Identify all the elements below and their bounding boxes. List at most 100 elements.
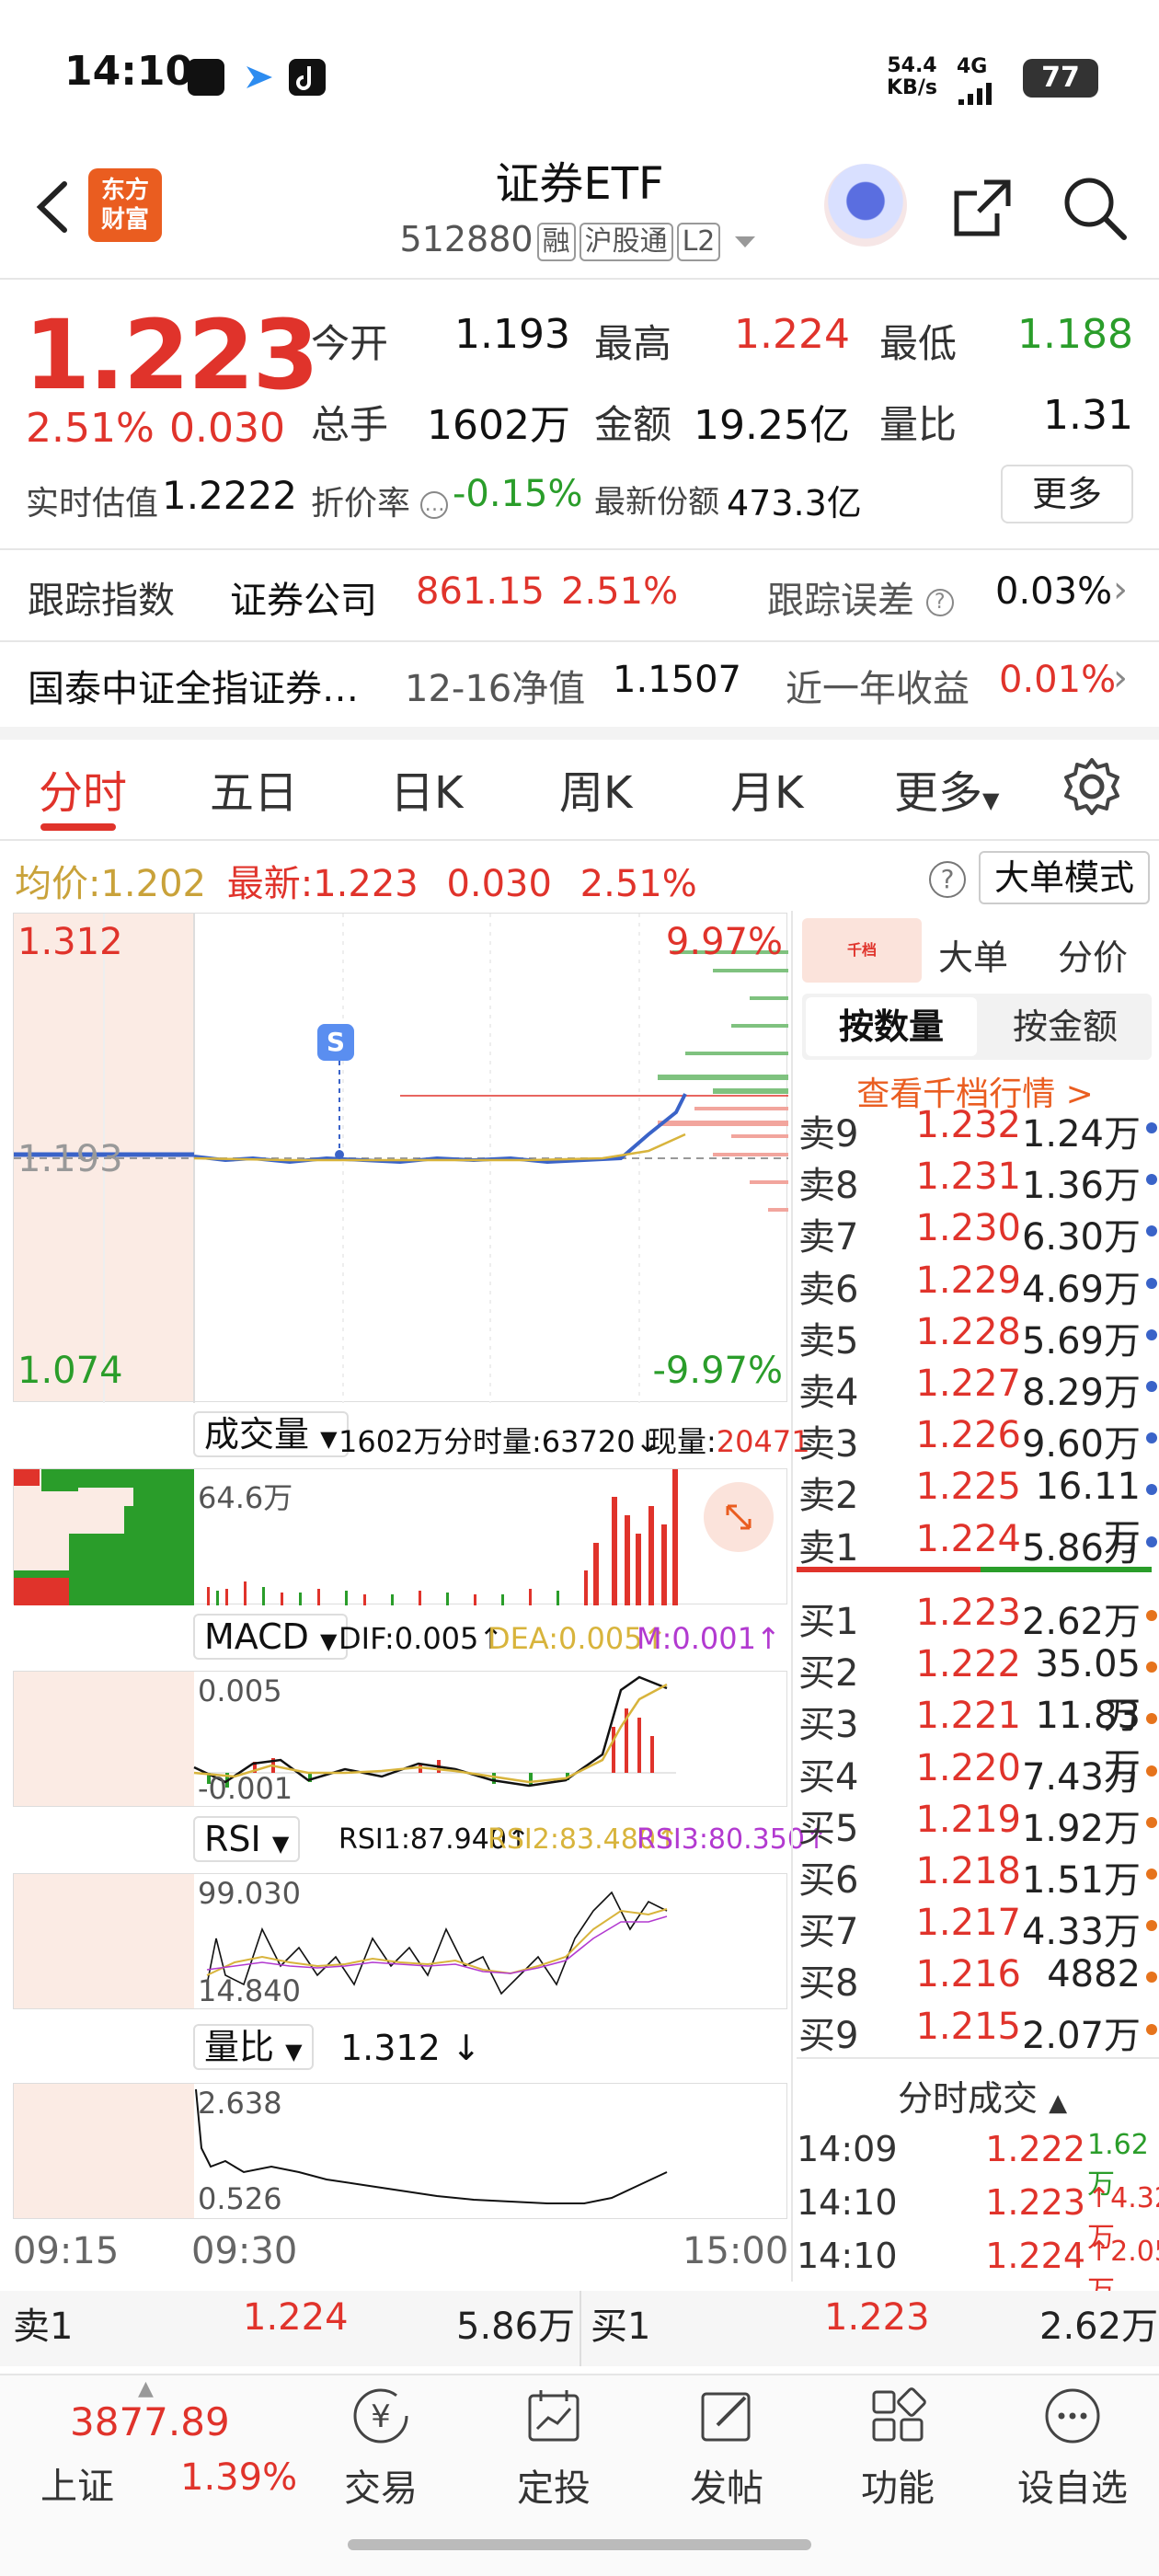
volume-chart[interactable]: 64.6万	[13, 1468, 787, 1605]
stock-code: 512880	[399, 219, 534, 259]
pct-axis-bottom: -9.97%	[652, 1350, 783, 1392]
ask-row[interactable]: 卖3 1.226 9.60万	[797, 1414, 1157, 1466]
dot-icon	[1146, 2023, 1157, 2035]
macd-chart[interactable]: 0.005 -0.001	[13, 1671, 787, 1807]
stock-code-row[interactable]: 512880 融沪股通 L2	[386, 219, 773, 261]
bid-row[interactable]: 买4 1.220 7.43万	[797, 1747, 1157, 1799]
ask-price: 1.229	[915, 1259, 1021, 1302]
gear-icon[interactable]	[1060, 754, 1124, 819]
tab-price-distribution[interactable]: 分价	[1058, 929, 1128, 980]
footer-watchlist-button[interactable]: 设自选	[1008, 2383, 1137, 2512]
ask-row[interactable]: 卖6 1.229 4.69万	[797, 1259, 1157, 1311]
tab-daily-k[interactable]: 日K	[390, 756, 463, 821]
rsi-axis-top: 99.030	[198, 1876, 301, 1911]
ask-row[interactable]: 卖1 1.224 5.86万	[797, 1518, 1157, 1570]
tab-large-orders[interactable]: 大单	[938, 929, 1008, 980]
chevron-right-icon: ›	[1113, 657, 1128, 699]
search-icon[interactable]	[1058, 171, 1131, 245]
index-name[interactable]: 上证	[40, 2456, 114, 2510]
pct-axis-top: 9.97%	[665, 921, 783, 963]
dot-icon	[1146, 1816, 1157, 1828]
macd-axis-top: 0.005	[198, 1673, 282, 1708]
back-icon[interactable]	[28, 175, 83, 239]
tracking-index-name[interactable]: 证券公司	[230, 570, 377, 624]
bid-level-label: 买3	[798, 1704, 859, 1747]
bid-row[interactable]: 买5 1.219 1.92万	[797, 1799, 1157, 1850]
volume-label: 总手	[311, 402, 389, 447]
tracking-error-label[interactable]: 跟踪误差 ?	[767, 570, 954, 624]
bid-row[interactable]: 买9 1.215 2.07万	[797, 2006, 1157, 2057]
macd-indicator-select[interactable]: MACD ▼	[193, 1614, 349, 1660]
bid-row[interactable]: 买8 1.216 4882	[797, 1953, 1157, 2005]
discount-value: -0.15%	[453, 473, 583, 515]
fund-year-label: 近一年收益	[786, 668, 970, 710]
bid-row[interactable]: 买3 1.221 11.83万	[797, 1695, 1157, 1788]
bid-volume: 1.51万	[1021, 1859, 1141, 1902]
tab-five-day[interactable]: 五日	[210, 756, 298, 821]
rsi-axis-bottom: 14.840	[198, 1973, 301, 2008]
low-label: 最低	[879, 321, 958, 366]
tab-intraday[interactable]: 分时	[39, 756, 127, 821]
ask-row[interactable]: 卖7 1.230 6.30万	[797, 1207, 1157, 1259]
dot-icon	[1146, 1225, 1157, 1237]
tab-monthly-k[interactable]: 月K	[730, 756, 803, 821]
index-pct[interactable]: 1.39%	[180, 2456, 297, 2499]
low-value: 1.188	[1017, 311, 1133, 358]
price-summary-row: 均价:1.202 最新:1.223 0.030 2.51%	[15, 863, 697, 905]
by-quantity-toggle[interactable]: 按数量	[806, 997, 977, 1056]
signal-marker-s[interactable]: S	[317, 1024, 354, 1061]
more-button[interactable]: 更多	[1001, 465, 1133, 523]
trades-title[interactable]: 分时成交 ▲	[898, 2070, 1067, 2121]
dot-icon	[1146, 1122, 1157, 1133]
assistant-robot-icon[interactable]	[824, 164, 907, 247]
index-value[interactable]: 3877.89	[70, 2399, 230, 2444]
ask-price: 1.232	[915, 1104, 1021, 1146]
fund-name[interactable]: 国泰中证全指证券…	[28, 659, 359, 712]
tab-underline	[40, 823, 116, 831]
footer-trade-button[interactable]: ¥ 交易	[316, 2383, 445, 2512]
ask-price: 1.227	[915, 1363, 1021, 1405]
rsi-chart[interactable]: 99.030 14.840	[13, 1873, 787, 2009]
bid-row[interactable]: 买1 1.223 2.62万	[797, 1592, 1157, 1643]
info-icon[interactable]: …	[420, 491, 449, 519]
bid-level-label: 买4	[798, 1755, 859, 1799]
tab-weekly-k[interactable]: 周K	[559, 756, 632, 821]
footer-functions-button[interactable]: 功能	[833, 2383, 962, 2512]
bid-row[interactable]: 买7 1.217 4.33万	[797, 1902, 1157, 1953]
app-notification-icon	[188, 59, 224, 96]
footer-post-button[interactable]: 发帖	[662, 2383, 791, 2512]
rsi-indicator-select[interactable]: RSI ▼	[193, 1816, 301, 1862]
ask-volume: 6.30万	[1021, 1216, 1141, 1259]
ask-row[interactable]: 卖4 1.227 8.29万	[797, 1363, 1157, 1414]
ask-level-label: 卖5	[798, 1319, 859, 1363]
help-icon[interactable]: ?	[929, 861, 966, 898]
home-indicator[interactable]	[348, 2539, 811, 2550]
intraday-price-chart[interactable]: S 1.312 1.074 1.193 9.97% -9.97%	[13, 913, 788, 1403]
expand-icon[interactable]	[704, 1482, 774, 1552]
volume-indicator-select[interactable]: 成交量 ▼	[193, 1411, 349, 1457]
tab-order-depth[interactable]: 千档	[802, 918, 922, 983]
price-chart-canvas	[14, 914, 788, 1403]
ask-row[interactable]: 卖2 1.225 16.11万	[797, 1466, 1157, 1559]
footer-plan-button[interactable]: 定投	[489, 2383, 618, 2512]
ask-row[interactable]: 卖9 1.232 1.24万	[797, 1104, 1157, 1156]
by-amount-toggle[interactable]: 按金额	[981, 997, 1150, 1056]
big-order-mode-button[interactable]: 大单模式	[979, 851, 1150, 904]
fund-year-return: 0.01%	[999, 659, 1117, 701]
tracking-error-value: 0.03%	[995, 570, 1113, 613]
dot-icon	[1146, 1328, 1157, 1340]
iopv-value: 1.2222	[162, 473, 297, 518]
discount-label: 折价率 …	[311, 477, 449, 524]
share-icon[interactable]	[947, 173, 1017, 243]
ratio-chart[interactable]: 2.638 0.526	[13, 2083, 787, 2219]
ask-row[interactable]: 卖5 1.228 5.69万	[797, 1311, 1157, 1363]
tab-more[interactable]: 更多▼	[894, 756, 999, 821]
bid-row[interactable]: 买6 1.218 1.51万	[797, 1850, 1157, 1902]
chevron-right-icon: ›	[1113, 569, 1128, 611]
grid-icon	[872, 2387, 926, 2442]
high-label: 最高	[594, 321, 672, 366]
ratio-indicator-select[interactable]: 量比 ▼	[193, 2024, 314, 2070]
ask-row[interactable]: 卖8 1.231 1.36万	[797, 1156, 1157, 1207]
bid-row[interactable]: 买2 1.222 35.05万	[797, 1643, 1157, 1737]
net-speed: 54.4 KB/s	[887, 54, 937, 99]
